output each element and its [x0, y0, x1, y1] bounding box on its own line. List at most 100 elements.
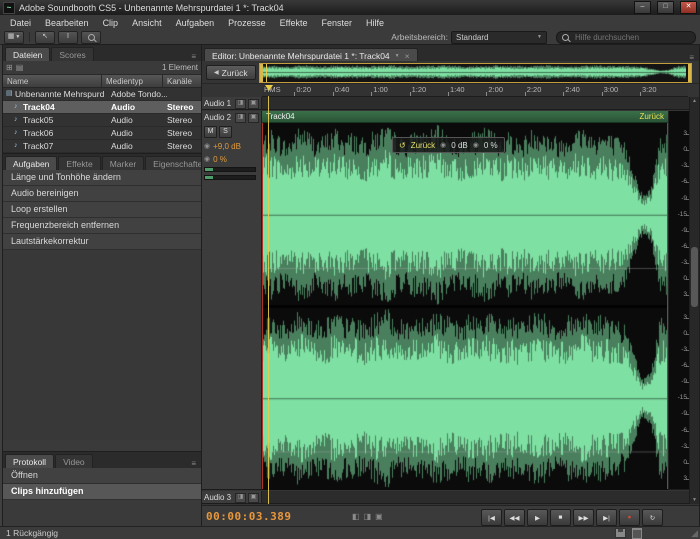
track-pan-value[interactable]: 0 %: [213, 155, 227, 164]
pointer-tool-button[interactable]: ↖: [35, 31, 55, 44]
transport-view-icon[interactable]: ▣: [375, 512, 383, 521]
overview-left-handle[interactable]: [260, 64, 263, 82]
transport-view-icon[interactable]: ◨: [364, 512, 372, 521]
column-header-channels[interactable]: Kanäle: [163, 75, 201, 87]
column-header-name[interactable]: Name: [3, 75, 102, 87]
import-file-icon[interactable]: ⊞: [6, 63, 13, 72]
scroll-down-icon[interactable]: ▼: [690, 496, 699, 504]
workspace-switcher-icon[interactable]: ▦▼: [4, 31, 24, 44]
track-menu-icon[interactable]: ▣: [248, 99, 259, 109]
editor-tab[interactable]: Editor: Unbenannte Mehrspurdatei 1 *: Tr…: [204, 48, 418, 62]
vertical-scrollbar[interactable]: ▲ ▼: [689, 97, 699, 504]
menu-item-ansicht[interactable]: Ansicht: [125, 17, 169, 29]
close-tab-icon[interactable]: ×: [405, 51, 410, 61]
track-menu-icon[interactable]: ▣: [248, 493, 259, 503]
trash-icon[interactable]: [632, 528, 642, 539]
file-row[interactable]: ▤Unbenannte MehrspurdAdobe Tondo...: [3, 88, 201, 101]
menu-item-datei[interactable]: Datei: [3, 17, 38, 29]
panel-menu-icon[interactable]: ≡: [188, 459, 199, 468]
scrollbar-thumb[interactable]: [691, 247, 698, 307]
track-output-icon[interactable]: ◨: [235, 493, 246, 503]
overview-strip[interactable]: [259, 63, 692, 83]
waveform-canvas[interactable]: [262, 123, 668, 490]
overview-waveform-canvas[interactable]: [263, 64, 686, 80]
task-item[interactable]: Länge und Tonhöhe ändern: [3, 170, 201, 186]
track-output-icon[interactable]: ◨: [235, 113, 246, 123]
task-item[interactable]: Lautstärkekorrektur: [3, 234, 201, 250]
panel-menu-icon[interactable]: ≡: [188, 52, 199, 61]
playhead-handle[interactable]: [265, 85, 273, 91]
chevron-down-icon[interactable]: ▼: [395, 53, 400, 59]
task-item[interactable]: Loop erstellen: [3, 202, 201, 218]
loop-button[interactable]: ↻: [642, 509, 663, 526]
hud-volume-value[interactable]: 0 dB: [451, 141, 467, 150]
workspace-dropdown[interactable]: Standard ▼: [451, 31, 547, 44]
volume-knob-icon[interactable]: ◉: [204, 143, 210, 150]
column-header-type[interactable]: Medientyp: [102, 75, 163, 87]
fast-forward-button[interactable]: ▶▶: [573, 509, 594, 526]
history-item[interactable]: Öffnen: [3, 468, 201, 484]
track-lane-audio1[interactable]: [262, 97, 689, 110]
task-item[interactable]: Audio bereinigen: [3, 186, 201, 202]
track-output-icon[interactable]: ◨: [235, 99, 246, 109]
menu-item-aufgaben[interactable]: Aufgaben: [169, 17, 222, 29]
go-to-end-button[interactable]: ▶|: [596, 509, 617, 526]
file-row[interactable]: ♪Track04AudioStereo: [3, 101, 201, 114]
time-selection-tool-button[interactable]: I: [58, 31, 78, 44]
track-header-audio2[interactable]: Audio 2 ◨ ▣ M S ◉ +9,0 dB ◉ 0 %: [202, 111, 262, 490]
search-input[interactable]: [573, 32, 690, 43]
solo-button[interactable]: S: [219, 126, 232, 138]
clip-back-badge[interactable]: Zurück: [640, 112, 664, 121]
help-search-box[interactable]: [556, 31, 696, 44]
close-button[interactable]: ✕: [680, 1, 697, 14]
reset-icon[interactable]: ↺: [399, 141, 406, 150]
zoom-tool-button[interactable]: [81, 31, 101, 44]
menu-item-prozesse[interactable]: Prozesse: [221, 17, 273, 29]
back-button[interactable]: ◀ Zurück: [206, 65, 256, 80]
record-button[interactable]: ●: [619, 509, 640, 526]
go-to-start-button[interactable]: |◀: [481, 509, 502, 526]
timeline-ruler[interactable]: HMS0:200:401:001:201:402:002:202:403:003…: [262, 84, 688, 97]
hud-pan-value[interactable]: 0 %: [484, 141, 498, 150]
files-tab-dateien[interactable]: Dateien: [5, 47, 50, 61]
track-lane-audio3[interactable]: [262, 491, 689, 504]
clip-hud[interactable]: ↺ Zurück ◉ 0 dB ◉ 0 %: [392, 137, 505, 153]
file-row[interactable]: ♪Track07AudioStereo: [3, 140, 201, 153]
time-display[interactable]: 00:00:03.389: [206, 510, 291, 523]
tasks-tab-effekte[interactable]: Effekte: [58, 156, 100, 170]
history-item[interactable]: Clips hinzufügen: [3, 484, 201, 500]
pan-knob-icon[interactable]: ◉: [473, 142, 479, 149]
minimize-button[interactable]: –: [634, 1, 651, 14]
track-volume-value[interactable]: +9,0 dB: [213, 142, 241, 151]
playhead-line[interactable]: [268, 96, 269, 504]
overview-right-handle[interactable]: [688, 64, 691, 82]
clip-header[interactable]: Track04 Zurück: [262, 111, 668, 123]
files-tab-scores[interactable]: Scores: [51, 47, 93, 61]
hud-back-label[interactable]: Zurück: [411, 141, 435, 150]
scroll-up-icon[interactable]: ▲: [690, 97, 699, 105]
track-menu-icon[interactable]: ▣: [248, 113, 259, 123]
history-tab-video[interactable]: Video: [55, 454, 93, 468]
file-row[interactable]: ♪Track06AudioStereo: [3, 127, 201, 140]
pan-knob-icon[interactable]: ◉: [204, 156, 210, 163]
menu-item-clip[interactable]: Clip: [96, 17, 126, 29]
track-header-audio1[interactable]: Audio 1 ◨ ▣: [202, 97, 262, 110]
history-tab-protokoll[interactable]: Protokoll: [5, 454, 54, 468]
track-lane-audio2[interactable]: Track04 Zurück 30-3-6-9-15-9-6-30330-3-6…: [262, 111, 689, 490]
menu-item-fenster[interactable]: Fenster: [315, 17, 360, 29]
track-header-audio3[interactable]: Audio 3 ◨ ▣: [202, 491, 262, 504]
file-row[interactable]: ♪Track05AudioStereo: [3, 114, 201, 127]
rewind-button[interactable]: ◀◀: [504, 509, 525, 526]
play-button[interactable]: ▶: [527, 509, 548, 526]
menu-item-effekte[interactable]: Effekte: [273, 17, 315, 29]
stop-button[interactable]: ■: [550, 509, 571, 526]
tasks-tab-aufgaben[interactable]: Aufgaben: [5, 156, 57, 170]
menu-item-bearbeiten[interactable]: Bearbeiten: [38, 17, 96, 29]
resize-grip-icon[interactable]: ◢: [691, 528, 698, 539]
tasks-tab-marker[interactable]: Marker: [102, 156, 144, 170]
mute-button[interactable]: M: [204, 126, 217, 138]
task-item[interactable]: Frequenzbereich entfernen: [3, 218, 201, 234]
maximize-button[interactable]: □: [657, 1, 674, 14]
save-icon[interactable]: [615, 528, 626, 538]
transport-view-icon[interactable]: ◧: [352, 512, 360, 521]
